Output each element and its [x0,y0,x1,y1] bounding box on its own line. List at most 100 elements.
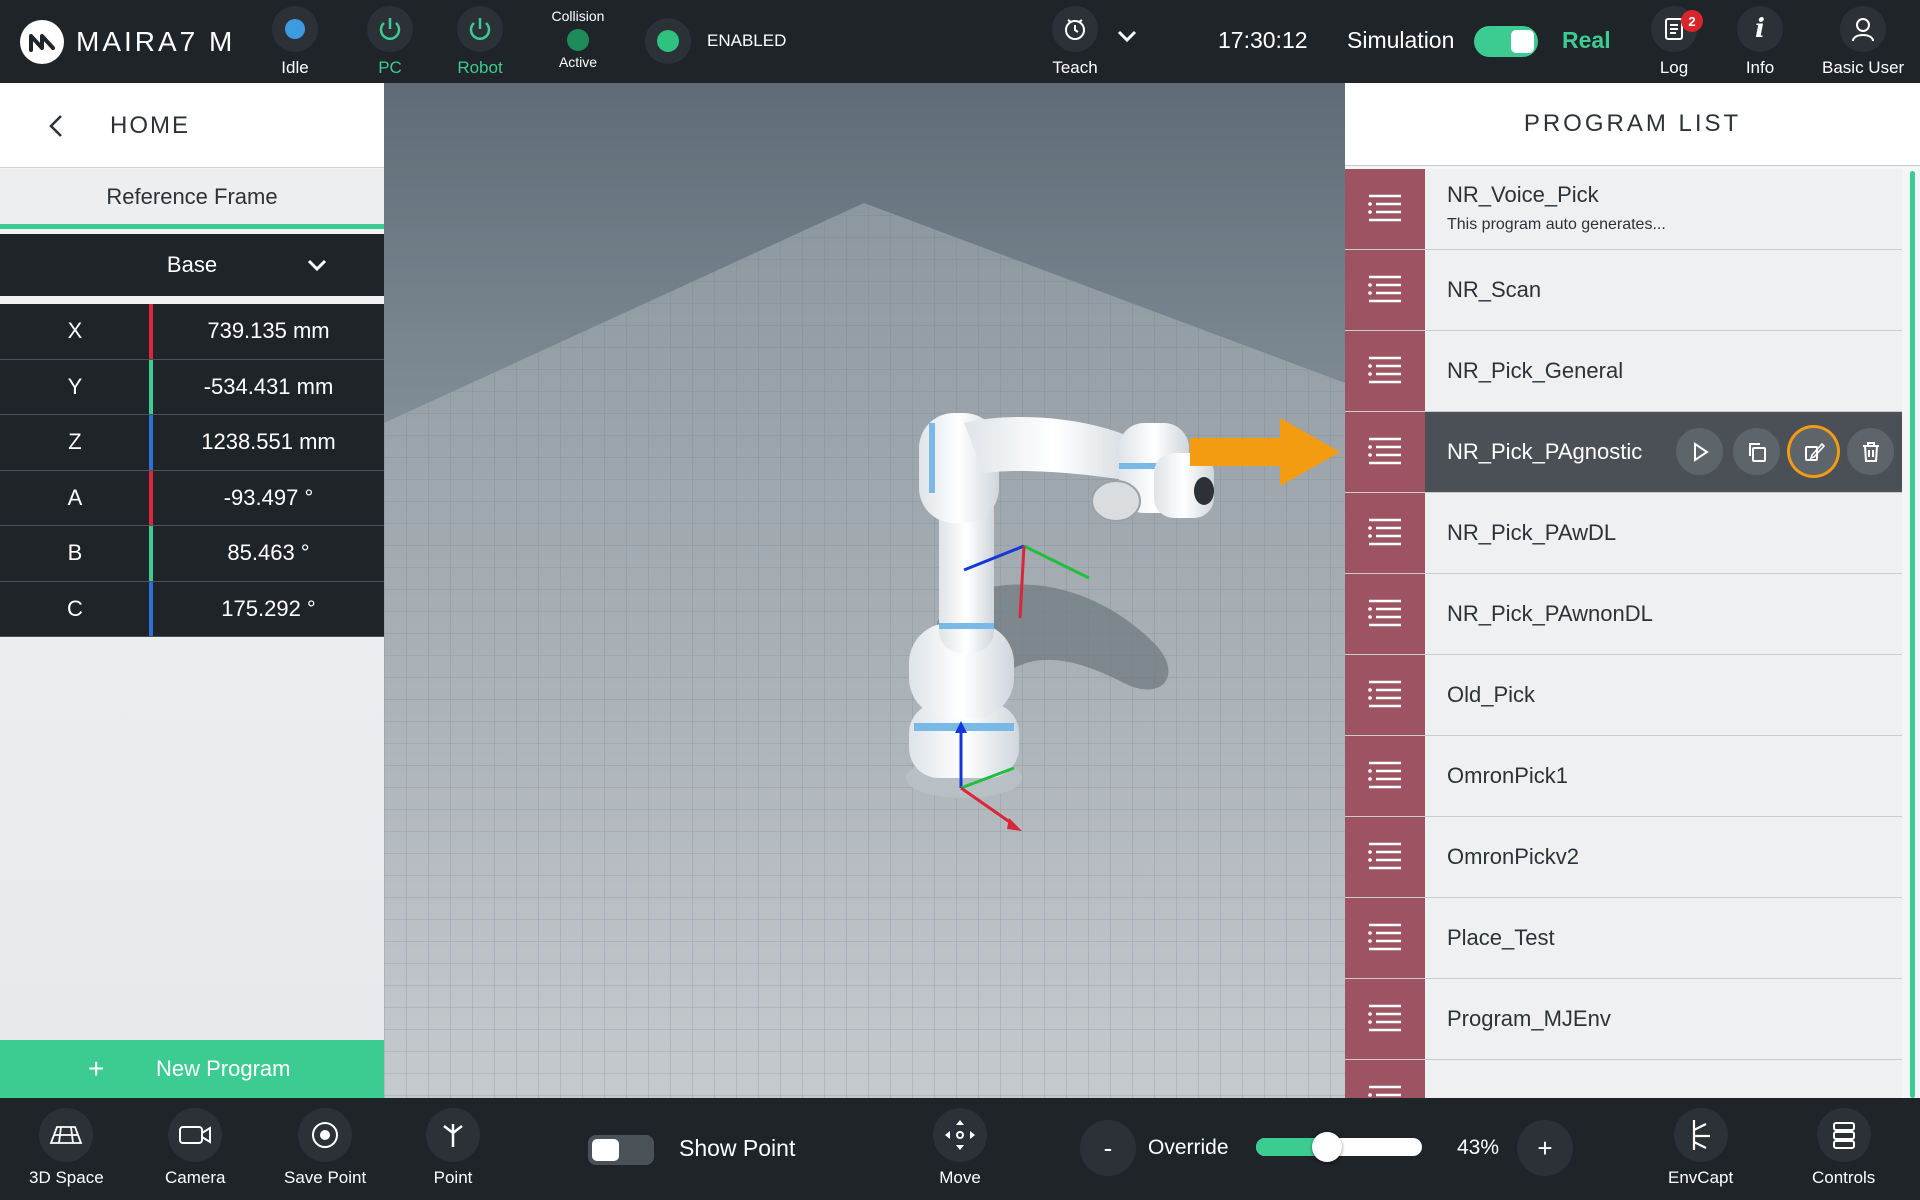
program-list-item[interactable]: NR_Pick_General [1345,331,1902,412]
3d-space-label: 3D Space [29,1168,104,1187]
coord-value: 85.463 ° [227,540,310,566]
controls-label: Controls [1812,1168,1876,1187]
env-capture-button[interactable]: EnvCapt [1668,1108,1733,1188]
program-list-item[interactable]: OmronPick1 [1345,736,1902,817]
info-icon: i [1755,14,1765,44]
program-name: NR_Scan [1447,277,1542,302]
program-list-item[interactable]: NR_Scan [1345,250,1902,331]
status-pc-label: PC [378,58,402,77]
program-description: This program auto generates... [1447,216,1666,233]
save-point-button[interactable]: Save Point [284,1108,366,1188]
controls-button[interactable]: Controls [1812,1108,1875,1188]
user-button[interactable]: Basic User [1822,0,1904,83]
reference-frame-select[interactable]: Base [0,234,384,296]
simulation-label: Simulation [1347,27,1455,53]
program-name: NR_Pick_PAwDL [1447,520,1617,545]
save-point-label: Save Point [284,1168,367,1187]
program-list-item[interactable]: Program_MJEnv [1345,979,1902,1060]
status-idle-label: Idle [281,58,309,77]
edit-program-button[interactable] [1790,428,1837,475]
coord-axis-label: C [67,595,83,621]
enabled-label: ENABLED [707,31,787,50]
list-icon [1368,1085,1401,1097]
trash-program-button[interactable] [1847,428,1894,475]
move-label: Move [939,1168,981,1187]
coord-value: 1238.551 mm [201,429,336,455]
move-button[interactable]: Move [933,1108,987,1188]
chevron-down-icon [307,259,327,272]
user-label: Basic User [1822,58,1905,77]
coordinate-table: X 739.135 mm Y -534.431 mm Z 1238.551 mm A -93.… [0,304,384,637]
program-list-item[interactable]: OmronPickv2 [1345,817,1902,898]
coord-row: A -93.497 ° [0,470,384,526]
program-list-scrollbar[interactable] [1910,171,1915,1098]
play-program-button[interactable] [1676,428,1723,475]
program-list-item[interactable]: NR_Pick_PAgnostic [1345,412,1902,493]
coord-value: -534.431 mm [203,373,334,399]
collision-state: Active [558,54,598,70]
point-button[interactable]: Point [426,1108,480,1188]
status-pc[interactable]: PC [367,0,413,83]
3d-viewport[interactable] [384,83,1345,1098]
program-list-item[interactable]: Place_Test [1345,898,1902,979]
camera-icon [179,1126,212,1144]
enable-button[interactable]: ENABLED [645,18,786,64]
program-list-item[interactable]: NR_Pick_PAwnonDL [1345,574,1902,655]
simulation-real-toggle[interactable] [1474,26,1538,57]
grid-lines [384,203,1345,1098]
save-point-icon [312,1122,339,1148]
program-icon [1345,736,1425,816]
program-actions [1676,428,1894,475]
real-label: Real [1562,27,1611,53]
log-button[interactable]: 2 Log [1651,0,1703,83]
minus-icon: - [1103,1132,1113,1163]
override-value: 43% [1457,1136,1500,1159]
program-list-item[interactable] [1345,1060,1902,1098]
info-button[interactable]: i Info [1737,0,1783,83]
copy-program-button[interactable] [1733,428,1780,475]
new-program-button[interactable]: + New Program [0,1040,384,1098]
brand-name: MAIRA7 M [76,26,236,57]
program-icon [1345,898,1425,978]
program-list-item[interactable]: Old_Pick [1345,655,1902,736]
coord-value: -93.497 ° [223,484,314,510]
plus-icon: + [88,1053,105,1084]
show-point-toggle[interactable] [588,1135,654,1165]
robot-scene [384,203,1345,1098]
override-slider-handle[interactable] [1312,1132,1343,1162]
camera-button[interactable]: Camera [165,1108,225,1188]
program-icon [1345,655,1425,735]
program-list-item[interactable]: NR_Pick_PAwDL [1345,493,1902,574]
reference-frame-value: Base [166,252,218,277]
program-list-item[interactable]: NR_Voice_Pick This program auto generates… [1345,169,1902,250]
mode-teach[interactable]: Teach [1052,0,1098,83]
log-label: Log [1659,58,1689,77]
override-decrease-button[interactable]: - [1080,1120,1136,1176]
3d-space-button[interactable]: 3D Space [29,1108,104,1188]
chevron-down-icon[interactable] [1115,26,1139,46]
collision-status[interactable]: Collision Active [550,0,606,83]
list-icon [1368,680,1401,708]
coord-axis-label: B [67,540,83,566]
program-list-panel: PROGRAM LIST NR_Voice_Pick This program a… [1345,83,1920,1098]
status-robot[interactable]: Robot [457,0,503,83]
log-badge: 2 [1681,10,1703,32]
copy-icon [1746,441,1768,463]
new-program-label: New Program [156,1056,291,1081]
back-arrow-icon[interactable] [44,113,70,139]
move-icon [945,1120,975,1150]
program-icon [1345,817,1425,897]
program-name: Place_Test [1447,925,1555,950]
page-title: HOME [110,112,190,139]
program-name: NR_Voice_Pick [1447,182,1599,207]
status-idle[interactable]: Idle [272,0,318,83]
point-icon [443,1124,463,1147]
enabled-dot-icon [657,30,679,52]
list-icon [1368,761,1401,789]
3d-space-icon [50,1126,83,1144]
override-increase-button[interactable]: + [1517,1120,1573,1176]
user-icon [1852,18,1875,42]
list-icon [1368,194,1401,222]
coord-row: B 85.463 ° [0,526,384,582]
program-icon [1345,412,1425,492]
